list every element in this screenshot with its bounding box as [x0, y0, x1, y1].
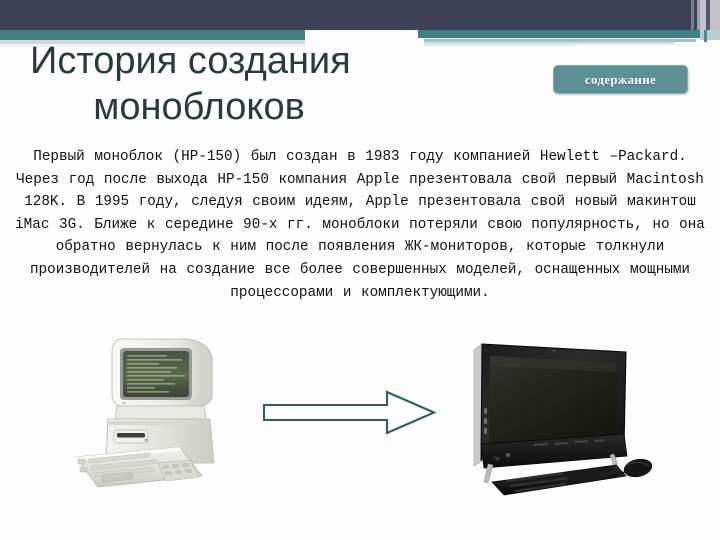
header-teal-corner-block [700, 30, 720, 40]
page-title-line-2: моноблоков [93, 86, 305, 128]
header-navy-right-block [700, 0, 720, 30]
svg-text:hp: hp [494, 456, 500, 462]
contents-button[interactable]: содержание [553, 65, 688, 94]
header-navy-stripe-c [706, 0, 710, 30]
svg-text:hp: hp [122, 401, 126, 405]
contents-button-label: содержание [584, 71, 657, 87]
page-title: История создания моноблоков [14, 38, 544, 130]
evolution-arrow-icon [262, 388, 452, 438]
header-teal-stripe [704, 30, 707, 42]
header-teal-band-right [418, 30, 700, 38]
new-computer-image: hp [448, 332, 678, 502]
page-title-line-1: История создания [30, 40, 351, 82]
header-navy-band [0, 0, 700, 30]
header-underline-right-4 [573, 44, 700, 46]
body-paragraph: Первый моноблок (HP-150) был создан в 19… [15, 149, 705, 301]
old-computer-image: hp [62, 335, 272, 510]
slide-canvas: История создания моноблоков содержание П… [0, 0, 720, 540]
header-navy-stripe-a [691, 0, 694, 30]
illustration-row: hp hp [0, 330, 720, 540]
